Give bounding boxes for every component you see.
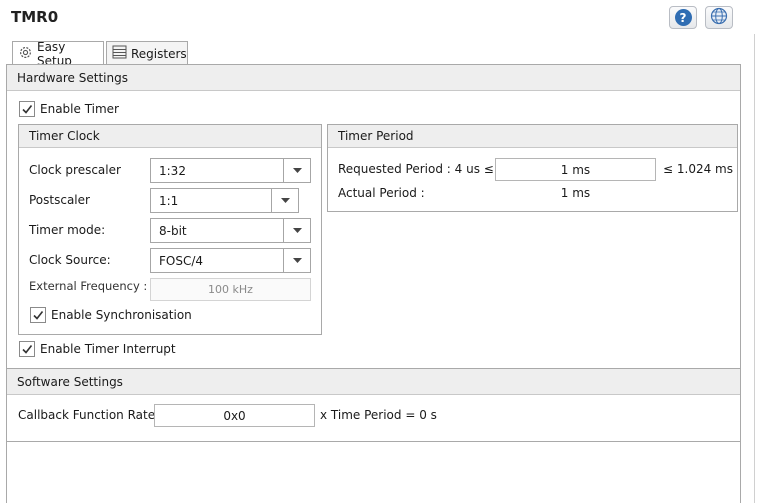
timer-mode-label: Timer mode:: [29, 223, 106, 237]
help-button[interactable]: ?: [669, 6, 697, 29]
requested-period-label: Requested Period : 4 us ≤: [338, 162, 494, 176]
panel-edge: [754, 34, 755, 503]
enable-timer-checkbox[interactable]: Enable Timer: [19, 101, 119, 117]
timer-mode-select[interactable]: 8-bit: [150, 218, 311, 243]
clock-prescaler-label: Clock prescaler: [29, 163, 121, 177]
web-button[interactable]: [705, 6, 733, 29]
section-title: Hardware Settings: [17, 70, 128, 85]
checkbox-label: Enable Timer Interrupt: [40, 342, 176, 356]
clock-prescaler-select[interactable]: 1:32: [150, 158, 311, 183]
group-title: Timer Clock: [29, 129, 100, 143]
requested-period-max: ≤ 1.024 ms: [663, 162, 733, 176]
external-frequency-field[interactable]: 100 kHz: [150, 278, 311, 301]
gear-icon: [18, 45, 33, 63]
module-title: TMR0: [11, 8, 59, 26]
chevron-down-icon[interactable]: [271, 189, 298, 212]
callback-time-period: x Time Period = 0 s: [320, 408, 437, 422]
callback-rate-field[interactable]: 0x0: [154, 404, 315, 427]
actual-period-value: 1 ms: [560, 186, 591, 200]
select-value: 1:32: [159, 163, 186, 178]
globe-icon: [710, 7, 728, 28]
postscaler-label: Postscaler: [29, 193, 90, 207]
checkmark-icon: [30, 307, 46, 323]
question-mark-icon: ?: [674, 9, 692, 26]
software-settings-header: Software Settings: [7, 369, 740, 395]
tab-easy-setup[interactable]: Easy Setup: [12, 40, 104, 68]
hardware-settings-header: Hardware Settings: [7, 65, 740, 91]
tab-registers[interactable]: Registers: [106, 41, 188, 65]
group-header: Timer Clock: [19, 125, 321, 148]
checkbox-label: Enable Synchronisation: [51, 308, 192, 322]
callback-rate-label: Callback Function Rate: [18, 408, 156, 422]
clock-source-select[interactable]: FOSC/4: [150, 248, 311, 273]
actual-period-label: Actual Period :: [338, 186, 425, 200]
group-header: Timer Period: [328, 125, 737, 148]
checkmark-icon: [19, 101, 35, 117]
requested-period-field[interactable]: 1 ms: [495, 158, 656, 181]
external-frequency-label: External Frequency :: [29, 279, 148, 293]
select-value: FOSC/4: [159, 253, 204, 268]
checkbox-label: Enable Timer: [40, 102, 119, 116]
select-value: 8-bit: [159, 223, 187, 238]
chevron-down-icon[interactable]: [283, 159, 310, 182]
section-divider: [7, 441, 740, 442]
select-value: 1:1: [159, 193, 179, 208]
group-title: Timer Period: [338, 129, 414, 143]
postscaler-select[interactable]: 1:1: [150, 188, 299, 213]
enable-timer-interrupt-checkbox[interactable]: Enable Timer Interrupt: [19, 341, 176, 357]
chevron-down-icon[interactable]: [283, 219, 310, 242]
checkmark-icon: [19, 341, 35, 357]
list-icon: [112, 45, 127, 62]
enable-synchronisation-checkbox[interactable]: Enable Synchronisation: [30, 307, 192, 323]
chevron-down-icon[interactable]: [283, 249, 310, 272]
clock-source-label: Clock Source:: [29, 253, 111, 267]
section-title: Software Settings: [17, 374, 123, 389]
tab-label: Registers: [131, 46, 187, 61]
